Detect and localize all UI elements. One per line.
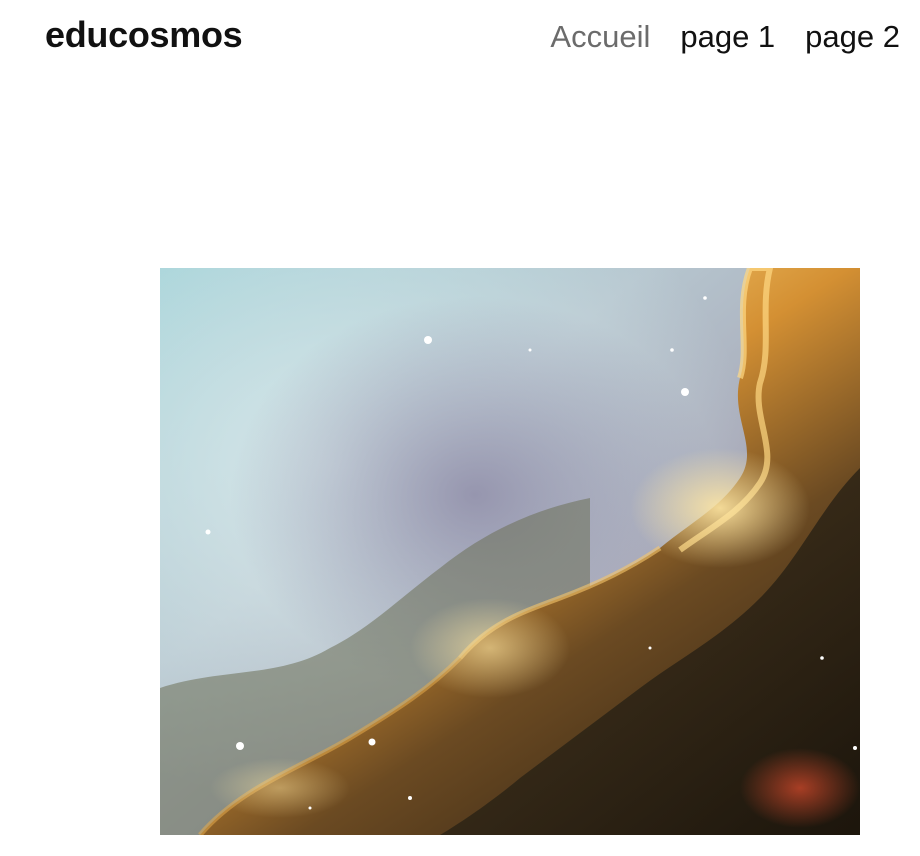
site-header: educosmos Accueil page 1 page 2 xyxy=(0,0,920,80)
nav-link-page-1[interactable]: page 1 xyxy=(680,18,775,56)
site-title[interactable]: educosmos xyxy=(45,14,243,56)
main-nav: Accueil page 1 page 2 xyxy=(550,18,900,56)
nav-link-accueil[interactable]: Accueil xyxy=(550,18,650,56)
nebula-illustration xyxy=(160,268,860,835)
nav-link-page-2[interactable]: page 2 xyxy=(805,18,900,56)
nebula-image xyxy=(160,268,860,835)
